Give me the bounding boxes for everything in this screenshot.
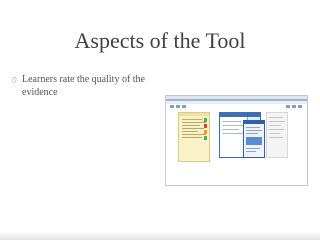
panel-header (179, 113, 209, 116)
text-line (182, 122, 206, 123)
toolbar-icon (182, 105, 186, 108)
text-line (246, 127, 260, 128)
rating-indicator-green (204, 118, 207, 122)
slide-title: Aspects of the Tool (74, 28, 246, 53)
text-line (182, 131, 198, 132)
bullet-text: Learners rate the quality of the evidenc… (22, 74, 145, 98)
toolbar-icon (292, 105, 296, 108)
text-line (269, 117, 283, 118)
text-line (269, 133, 280, 134)
selected-item (246, 137, 262, 145)
text-line (182, 128, 204, 129)
text-line (246, 133, 258, 134)
text-line (223, 129, 239, 130)
text-line (182, 134, 206, 135)
toolbar-icon (286, 105, 290, 108)
toolbar-icon (176, 105, 180, 108)
slide-bottom-shadow (0, 232, 320, 240)
rating-popup-window (243, 120, 265, 158)
toolbar-icon (298, 105, 302, 108)
text-line (223, 121, 241, 122)
text-line (223, 133, 243, 134)
text-line (246, 148, 260, 149)
rating-indicator-red (204, 124, 207, 128)
app-screenshot-image (165, 95, 308, 186)
text-line (182, 137, 202, 138)
slide: Aspects of the Tool 0 Learners rate the … (0, 0, 320, 240)
text-line (269, 125, 281, 126)
toolbar-icon (170, 105, 174, 108)
text-line (269, 129, 284, 130)
text-line (246, 151, 256, 152)
bullet-item: 0 Learners rate the quality of the evide… (12, 74, 162, 99)
text-line (269, 121, 285, 122)
text-line (246, 130, 262, 131)
text-line (182, 119, 202, 120)
rating-indicator-green (204, 136, 207, 140)
evidence-notes-panel (178, 112, 210, 162)
rating-indicator-orange (204, 130, 207, 134)
popup-titlebar (244, 121, 264, 124)
text-line (269, 137, 283, 138)
text-line (223, 125, 245, 126)
toolbar (166, 101, 307, 104)
bullet-marker: 0 (12, 76, 17, 85)
text-line (182, 125, 200, 126)
side-panel (266, 112, 288, 158)
